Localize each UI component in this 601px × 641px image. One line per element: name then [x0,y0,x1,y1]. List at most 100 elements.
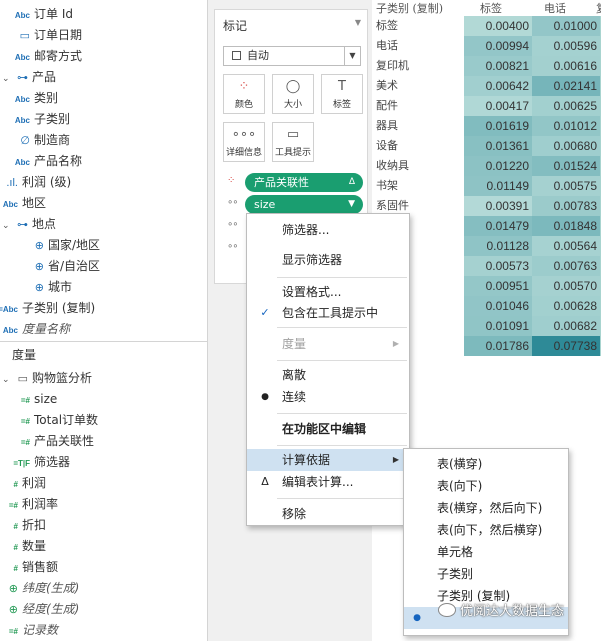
mark-type-select[interactable]: 自动 ▼ [223,46,361,66]
field-total-orders[interactable]: =# Total订单数 [8,410,98,430]
field-size[interactable]: =# size [8,389,57,409]
table-cell[interactable]: 0.00616 [532,56,600,76]
table-cell[interactable]: 0.00682 [532,316,600,336]
table-cell[interactable]: 0.00628 [532,296,600,316]
table-cell[interactable]: 0.01220 [464,156,532,176]
submenu-item-subcategory[interactable]: 子类别 [404,563,568,585]
field-quantity[interactable]: # 数量 [0,536,46,556]
field-province[interactable]: ⊕ 省/自治区 [22,256,100,276]
table-cell[interactable]: 0.01091 [464,316,532,336]
chevron-down-icon[interactable]: ⌄ [2,69,12,89]
row-label[interactable]: 器具 [376,116,398,136]
menu-item-edit-table-calc[interactable]: Δ 编辑表计算... [247,471,409,493]
menu-item-discrete[interactable]: 离散 [247,364,409,386]
submenu-item-table-across[interactable]: 表(横穿) [404,453,568,475]
pill-product-affinity[interactable]: 产品关联性 Δ [245,173,363,192]
folder-basket-analysis[interactable]: ⌄ ▭ 购物篮分析 [2,368,92,388]
table-cell[interactable]: 0.01786 [464,336,532,356]
submenu-item-table-down-then-across[interactable]: 表(向下，然后横穿) [404,519,568,541]
menu-item-include-tooltip[interactable]: ✓ 包含在工具提示中 [247,302,409,324]
table-cell[interactable]: 0.00680 [532,136,600,156]
row-label[interactable]: 美术 [376,76,398,96]
field-sales[interactable]: # 销售额 [0,557,58,577]
field-city[interactable]: ⊕ 城市 [22,277,72,297]
column-header[interactable]: 复 [596,0,601,16]
field-filter[interactable]: =T|F 筛选器 [8,452,70,472]
field-profit-bin[interactable]: .ıl. 利润 (级) [0,172,71,192]
column-header[interactable]: 电话 [544,0,584,16]
table-cell[interactable]: 0.01479 [464,216,532,236]
menu-item-remove[interactable]: 移除 [247,503,409,525]
table-cell[interactable]: 0.07738 [532,336,600,356]
table-cell[interactable]: 0.01046 [464,296,532,316]
table-cell[interactable]: 0.00821 [464,56,532,76]
caret-down-icon[interactable]: ▼ [355,18,361,27]
table-cell[interactable]: 0.01128 [464,236,532,256]
row-label[interactable]: 电话 [376,36,398,56]
table-cell[interactable]: 0.01524 [532,156,600,176]
table-cell[interactable]: 0.01619 [464,116,532,136]
table-cell[interactable]: 0.00625 [532,96,600,116]
table-cell[interactable]: 0.00575 [532,176,600,196]
chevron-down-icon[interactable]: ⌄ [2,370,12,390]
tooltip-button[interactable]: ▭ 工具提示 [272,122,314,162]
chevron-down-icon[interactable]: ▼ [344,47,360,65]
detail-button[interactable]: ∘∘∘ 详细信息 [223,122,265,162]
table-cell[interactable]: 0.00573 [464,256,532,276]
table-cell[interactable]: 0.00763 [532,256,600,276]
field-discount[interactable]: # 折扣 [0,515,46,535]
field-profit[interactable]: # 利润 [0,473,46,493]
menu-item-continuous[interactable]: ● 连续 [247,386,409,408]
field-product-name[interactable]: Abc 产品名称 [8,151,82,171]
menu-item-edit-in-shelf[interactable]: 在功能区中编辑 [247,418,409,440]
hierarchy-location[interactable]: ⌄ ⊶ 地点 [2,214,56,234]
hierarchy-product[interactable]: ⌄ ⊶ 产品 [2,67,56,87]
submenu-item-table-across-then-down[interactable]: 表(横穿，然后向下) [404,497,568,519]
row-label[interactable]: 收纳具 [376,156,409,176]
field-order-id[interactable]: Abc 订单 Id [8,4,73,24]
field-manufacturer[interactable]: ∅ 制造商 [8,130,70,150]
size-button[interactable]: ◯ 大小 [272,74,314,114]
field-product-affinity[interactable]: =# 产品关联性 [8,431,94,451]
field-subcategory-copy[interactable]: =Abc 子类别 (复制) [0,298,95,318]
row-label[interactable]: 书架 [376,176,398,196]
table-cell[interactable]: 0.00951 [464,276,532,296]
table-cell[interactable]: 0.00570 [532,276,600,296]
table-cell[interactable]: 0.00564 [532,236,600,256]
chevron-down-icon[interactable]: ▼ [348,195,355,214]
row-label[interactable]: 设备 [376,136,398,156]
table-cell[interactable]: 0.01000 [532,16,600,36]
row-label[interactable]: 配件 [376,96,398,116]
menu-item-filter[interactable]: 筛选器... [247,219,409,241]
field-latitude[interactable]: ⊕ 纬度(生成) [0,578,80,598]
table-cell[interactable]: 0.00783 [532,196,600,216]
field-record-count[interactable]: =# 记录数 [0,620,58,640]
row-label[interactable]: 复印机 [376,56,409,76]
color-button[interactable]: ⁘ 颜色 [223,74,265,114]
table-cell[interactable]: 0.00642 [464,76,532,96]
field-measure-names[interactable]: Abc 度量名称 [0,319,70,339]
field-category[interactable]: Abc 类别 [8,88,58,108]
menu-item-format[interactable]: 设置格式... [247,281,409,303]
table-cell[interactable]: 0.01012 [532,116,600,136]
table-cell[interactable]: 0.02141 [532,76,600,96]
label-button[interactable]: T 标签 [321,74,363,114]
table-cell[interactable]: 0.00400 [464,16,532,36]
field-subcategory[interactable]: Abc 子类别 [8,109,70,129]
pill-size[interactable]: size ▼ [245,195,363,214]
field-longitude[interactable]: ⊕ 经度(生成) [0,599,80,619]
table-cell[interactable]: 0.00417 [464,96,532,116]
table-cell[interactable]: 0.01361 [464,136,532,156]
submenu-item-cell[interactable]: 单元格 [404,541,568,563]
field-ship-mode[interactable]: Abc 邮寄方式 [8,46,82,66]
submenu-item-table-down[interactable]: 表(向下) [404,475,568,497]
field-order-date[interactable]: ▭ 订单日期 [8,25,82,45]
field-region[interactable]: Abc 地区 [0,193,46,213]
table-cell[interactable]: 0.00994 [464,36,532,56]
menu-item-compute-using[interactable]: 计算依据 ▶ [247,449,409,471]
chevron-down-icon[interactable]: ⌄ [2,216,12,236]
menu-item-show-filter[interactable]: 显示筛选器 [247,249,409,271]
table-cell[interactable]: 0.00391 [464,196,532,216]
field-profit-ratio[interactable]: =# 利润率 [0,494,58,514]
column-header[interactable]: 标签 [480,0,520,16]
